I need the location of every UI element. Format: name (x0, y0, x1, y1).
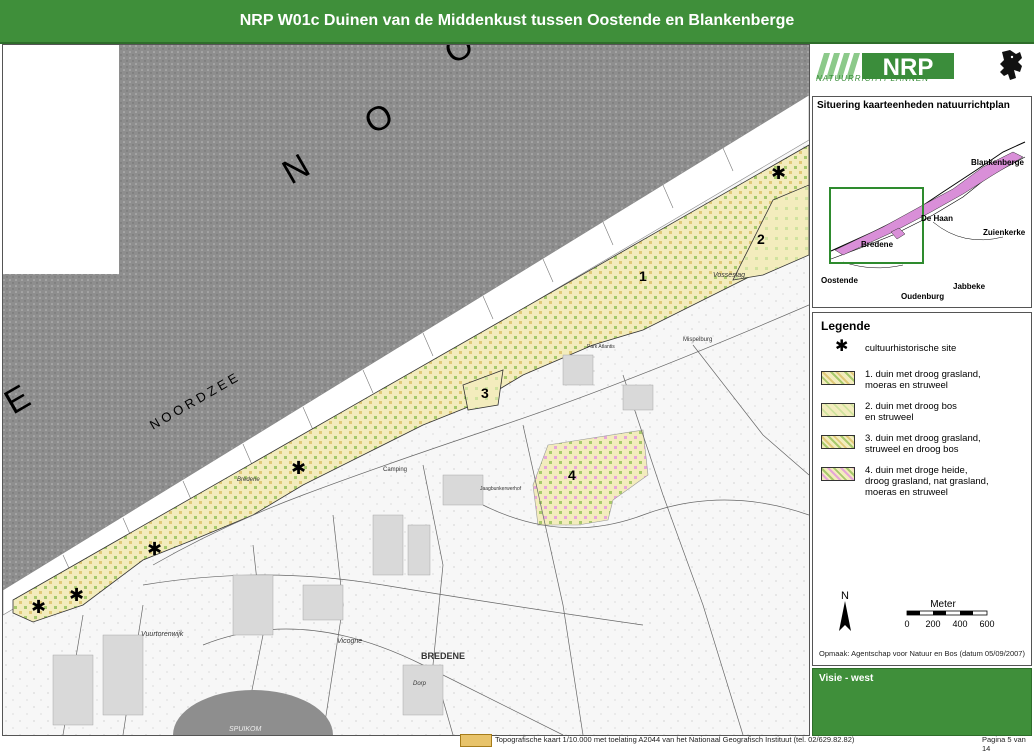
unit-number-1: 1 (639, 268, 647, 284)
footer: Topografische kaart 1/10.000 met toelati… (0, 734, 1034, 753)
ngi-logo-icon (460, 734, 492, 747)
sit-place-zuienkerke: Zuienkerke (983, 228, 1026, 237)
legend-label: 1. duin met droog grasland, moeras en st… (865, 369, 981, 391)
scale-tick-600: 600 (979, 619, 994, 629)
visie-label: Visie - west (819, 673, 874, 684)
sit-place-bredene: Bredene (861, 240, 894, 249)
north-and-scale: N Meter 0 200 400 600 (839, 590, 995, 631)
legend-swatch-3 (821, 435, 855, 449)
title-bar: NRP W01c Duinen van de Middenkust tussen… (0, 0, 1034, 44)
legend-panel: Legende ✱ cultuurhistorische site 1. dui… (812, 312, 1032, 666)
sit-place-blankenberge: Blankenberge (971, 158, 1024, 167)
legend-label: cultuurhistorische site (865, 343, 957, 354)
legend-swatch-4 (821, 467, 855, 481)
place-vuurtorenwijk: Vuurtorenwijk (141, 631, 184, 638)
place-vosseslag: Vosseslag (713, 272, 745, 279)
place-jaagbunkerwerhof: Jaagbunkerwerhof (480, 486, 522, 492)
place-bredene-main: BREDENE (421, 651, 465, 661)
place-spuikom: SPUIKOM (229, 726, 261, 733)
legend-swatch-1 (821, 371, 855, 385)
opmaak-credit: Opmaak: Agentschap voor Natuur en Bos (d… (819, 649, 1025, 658)
place-park-atlantis: Park Atlantis (587, 344, 615, 350)
legend-swatch-2 (821, 403, 855, 417)
legend-title: Legende (821, 319, 871, 333)
situering-map: Blankenberge De Haan Zuienkerke Bredene … (821, 141, 1026, 301)
unit-number-3: 3 (481, 385, 489, 401)
sit-place-oudenburg: Oudenburg (901, 292, 944, 301)
asterisk-icon[interactable]: ✱ (291, 458, 306, 479)
place-vicogne: Vicogne (337, 638, 362, 645)
sit-place-oostende: Oostende (821, 276, 858, 285)
legend-label: 4. duin met droge heide, droog grasland,… (865, 465, 989, 498)
situering-panel: Situering kaarteenheden natuurrichtplan … (812, 96, 1032, 308)
legend-label: 2. duin met droog bos en struweel (865, 401, 957, 423)
place-dorp: Dorp (413, 681, 427, 687)
asterisk-icon: ✱ (835, 336, 849, 355)
asterisk-icon[interactable]: ✱ (31, 597, 46, 618)
sit-place-de-haan: De Haan (921, 214, 953, 223)
scale-tick-200: 200 (925, 619, 940, 629)
legend-label: 3. duin met droog grasland, struweel en … (865, 433, 981, 455)
north-label: N (841, 590, 849, 602)
visie-panel: Visie - west (812, 668, 1032, 736)
map-canvas[interactable]: E N O O N O O R D Z E E 1 2 3 4 ✱ ✱ ✱ ✱ … (3, 45, 809, 735)
unit-number-2: 2 (757, 231, 765, 247)
asterisk-icon[interactable]: ✱ (771, 163, 786, 184)
unit-number-4: 4 (568, 467, 576, 483)
north-arrow-icon (839, 601, 851, 631)
scale-tick-400: 400 (952, 619, 967, 629)
place-mispelburg: Mispelburg (683, 337, 712, 343)
map-frame[interactable]: E N O O N O O R D Z E E 1 2 3 4 ✱ ✱ ✱ ✱ … (2, 44, 810, 736)
sit-place-jabbeke: Jabbeke (953, 282, 986, 291)
asterisk-icon[interactable]: ✱ (69, 585, 84, 606)
place-camping: Camping (383, 467, 407, 473)
scale-tick-0: 0 (904, 619, 909, 629)
scale-title: Meter (930, 599, 956, 610)
blank-inset (3, 45, 119, 274)
logo-area: NRP NATUURRICHTPLANNEN (812, 44, 1032, 88)
page-number: Pagina 5 van 14 (982, 735, 1026, 753)
footer-credit: Topografische kaart 1/10.000 met toelati… (495, 735, 855, 744)
asterisk-icon[interactable]: ✱ (147, 539, 162, 560)
page-title: NRP W01c Duinen van de Middenkust tussen… (239, 12, 795, 29)
flemish-lion-icon (1000, 50, 1022, 80)
place-bredene-beach: Bredene (237, 477, 260, 483)
nrp-logo-subtitle: NATUURRICHTPLANNEN (816, 74, 929, 83)
